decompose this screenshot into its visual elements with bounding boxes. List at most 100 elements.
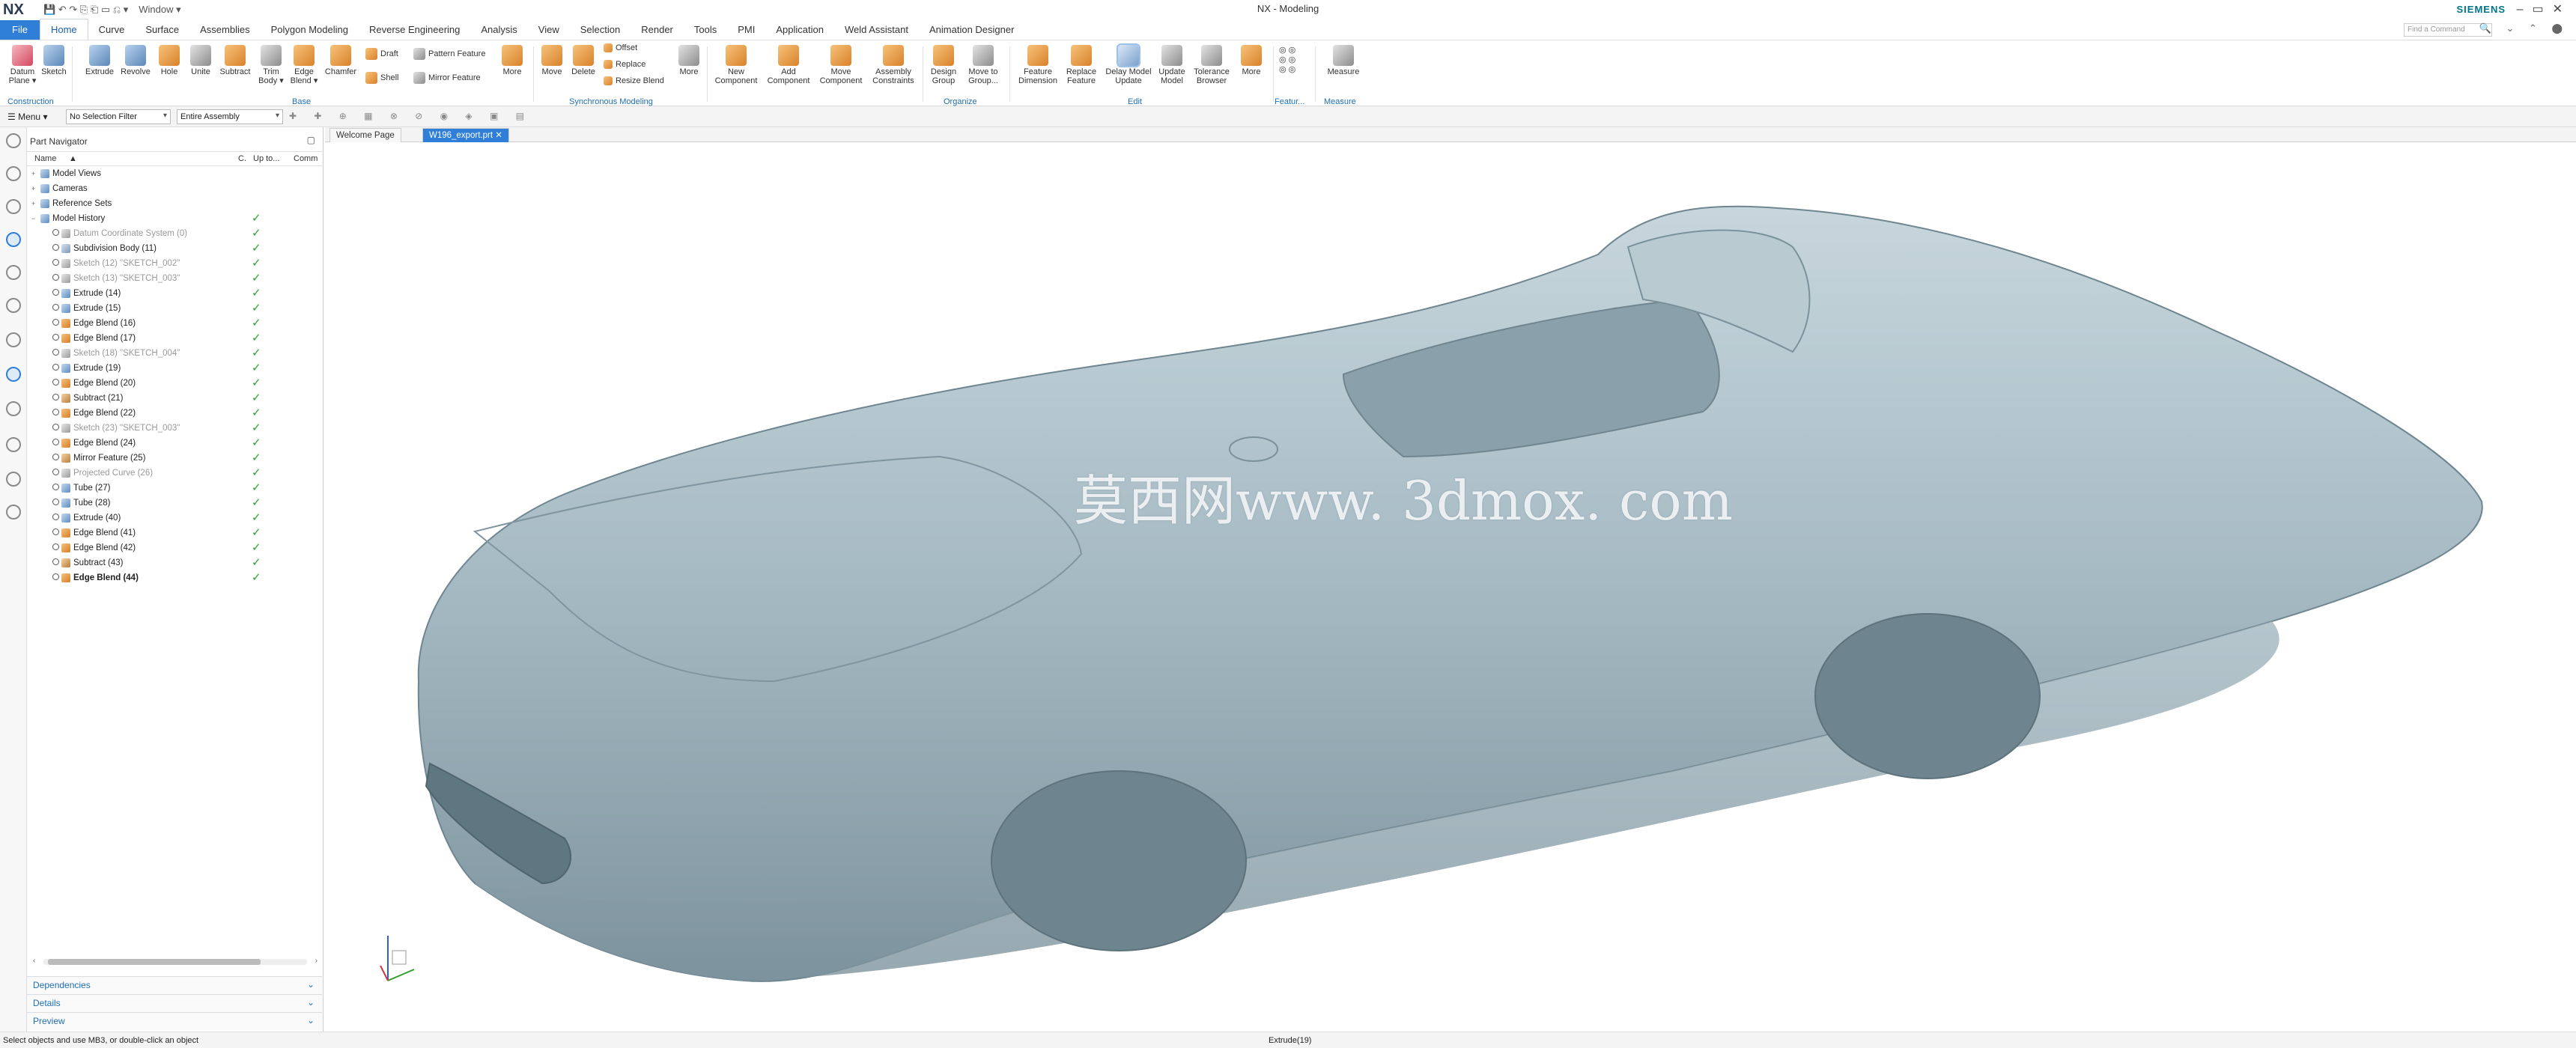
visibility-icon[interactable] (52, 229, 59, 236)
tree-row[interactable]: Sketch (13) "SKETCH_003" ✓ (27, 271, 322, 286)
visibility-icon[interactable] (52, 334, 59, 341)
graphics-window[interactable]: 莫西网www. 3dmox. com (325, 142, 2576, 1032)
tab-weld-assistant[interactable]: Weld Assistant (834, 20, 919, 40)
visibility-icon[interactable] (52, 528, 59, 535)
unite-button[interactable]: Unite (186, 45, 216, 76)
visibility-icon[interactable] (52, 364, 59, 371)
move-face-button[interactable]: Move (538, 45, 566, 76)
design-group-button[interactable]: Design Group (926, 45, 962, 85)
tree-row[interactable]: Mirror Feature (25) ✓ (27, 451, 322, 466)
history-icon[interactable] (6, 367, 21, 382)
new-component-button[interactable]: New Component (711, 45, 761, 85)
tree-row[interactable]: Datum Coordinate System (0) ✓ (27, 226, 322, 241)
column-comment[interactable]: Comm (294, 154, 318, 163)
tab-render[interactable]: Render (631, 20, 684, 40)
clock-icon[interactable] (6, 401, 21, 416)
tab-animation-designer[interactable]: Animation Designer (919, 20, 1024, 40)
trim-body-button[interactable]: Trim Body ▾ (256, 45, 286, 85)
expand-toggle-icon[interactable]: + (31, 166, 35, 181)
tab-home[interactable]: Home (39, 19, 88, 40)
tree-row[interactable]: Sketch (12) "SKETCH_002" ✓ (27, 256, 322, 271)
more-edit-button[interactable]: More (1236, 45, 1267, 76)
quick-access-toolbar[interactable]: 💾 ↶ ↷ ⎘ ⎗ ▭ ⎌ ▾ (43, 4, 128, 16)
tree-row[interactable]: Subdivision Body (11) ✓ (27, 241, 322, 256)
settings-icon[interactable] (6, 133, 21, 148)
tree-row[interactable]: Extrude (14) ✓ (27, 286, 322, 301)
visibility-icon[interactable] (52, 543, 59, 550)
shell-button[interactable]: Shell (365, 72, 398, 84)
datum-plane-button[interactable]: Datum Plane ▾ (6, 45, 39, 85)
tree-row[interactable]: Sketch (23) "SKETCH_003" ✓ (27, 421, 322, 436)
replace-feature-button[interactable]: Replace Feature (1060, 45, 1102, 85)
chamfer-button[interactable]: Chamfer (323, 45, 358, 76)
visibility-icon[interactable] (52, 349, 59, 356)
delete-face-button[interactable]: Delete (568, 45, 599, 76)
mirror-feature-button[interactable]: Mirror Feature (413, 72, 481, 84)
tree-row[interactable]: Tube (27) ✓ (27, 481, 322, 496)
visibility-icon[interactable] (52, 259, 59, 266)
section-dependencies[interactable]: Dependencies ⌄ (27, 976, 322, 994)
tab-application[interactable]: Application (765, 20, 834, 40)
tree-row[interactable]: Extrude (19) ✓ (27, 361, 322, 376)
delay-model-update-button[interactable]: Delay Model Update (1102, 43, 1155, 85)
feature-dimension-button[interactable]: Feature Dimension (1015, 45, 1060, 85)
maximize-icon[interactable]: ▢ (307, 135, 315, 145)
tree-row[interactable]: Edge Blend (24) ✓ (27, 436, 322, 451)
tab-welcome-page[interactable]: Welcome Page (329, 128, 401, 142)
visibility-icon[interactable] (52, 558, 59, 565)
visibility-icon[interactable] (52, 424, 59, 430)
edge-blend-button[interactable]: Edge Blend ▾ (288, 45, 321, 85)
tree-row[interactable]: Edge Blend (20) ✓ (27, 376, 322, 391)
scroll-thumb[interactable] (48, 959, 261, 965)
selection-scope-select[interactable]: Entire Assembly (177, 109, 283, 124)
move-to-group-button[interactable]: Move to Group... (963, 45, 1003, 85)
system-scenes-icon[interactable] (6, 472, 21, 487)
pattern-feature-button[interactable]: Pattern Feature (413, 48, 485, 60)
tree-row[interactable]: Extrude (40) ✓ (27, 511, 322, 525)
more-sync-button[interactable]: More (674, 45, 704, 76)
visibility-icon[interactable] (52, 394, 59, 400)
tab-selection[interactable]: Selection (570, 20, 631, 40)
visibility-icon[interactable] (52, 319, 59, 326)
hole-button[interactable]: Hole (154, 45, 184, 76)
visibility-icon[interactable] (52, 454, 59, 460)
roles-icon[interactable] (6, 437, 21, 452)
visibility-icon[interactable] (52, 289, 59, 296)
tree-row[interactable]: Tube (28) ✓ (27, 496, 322, 511)
tab-pmi[interactable]: PMI (727, 20, 765, 40)
selection-filter-select[interactable]: No Selection Filter (66, 109, 171, 124)
offset-button[interactable]: Offset (604, 43, 637, 52)
tree-row[interactable]: + Model Views (27, 166, 322, 181)
horizontal-scrollbar[interactable]: ‹ › (33, 957, 318, 967)
revolve-button[interactable]: Revolve (118, 45, 153, 76)
tab-model-file[interactable]: W196_export.prt ✕ (422, 128, 509, 142)
feature-small-tools[interactable]: ◎ ◎ ◎ ◎ ◎ ◎ (1279, 45, 1295, 74)
tree-row[interactable]: + Reference Sets (27, 196, 322, 211)
constraint-navigator-icon[interactable] (6, 199, 21, 214)
expand-toggle-icon[interactable]: − (31, 211, 35, 226)
draft-button[interactable]: Draft (365, 48, 398, 60)
visibility-icon[interactable] (52, 469, 59, 475)
tolerance-browser-button[interactable]: Tolerance Browser (1191, 45, 1233, 85)
scroll-left-icon[interactable]: ‹ (33, 957, 35, 965)
hd3d-tools-icon[interactable] (6, 298, 21, 313)
ribbon-right-icons[interactable]: 🔍 ⌄ ⌃ ⬤ (2479, 22, 2569, 34)
tab-file[interactable]: File (0, 20, 40, 40)
tree-row[interactable]: Edge Blend (17) ✓ (27, 331, 322, 346)
visibility-icon[interactable] (52, 409, 59, 415)
move-component-button[interactable]: Move Component (815, 45, 867, 85)
tree-row[interactable]: Projected Curve (26) ✓ (27, 466, 322, 481)
column-uptodate[interactable]: Up to... (253, 154, 279, 163)
visibility-icon[interactable] (52, 274, 59, 281)
part-navigator-icon[interactable] (6, 232, 21, 247)
more-base-button[interactable]: More (497, 45, 527, 76)
tab-assemblies[interactable]: Assemblies (189, 20, 260, 40)
tree-row[interactable]: Extrude (15) ✓ (27, 301, 322, 316)
visibility-icon[interactable] (52, 304, 59, 311)
tab-analysis[interactable]: Analysis (470, 20, 527, 40)
section-preview[interactable]: Preview ⌄ (27, 1012, 322, 1030)
sketch-button[interactable]: Sketch (39, 45, 69, 76)
tree-row[interactable]: Sketch (18) "SKETCH_004" ✓ (27, 346, 322, 361)
column-c[interactable]: C. (238, 154, 246, 163)
replace-button[interactable]: Replace (604, 60, 645, 69)
